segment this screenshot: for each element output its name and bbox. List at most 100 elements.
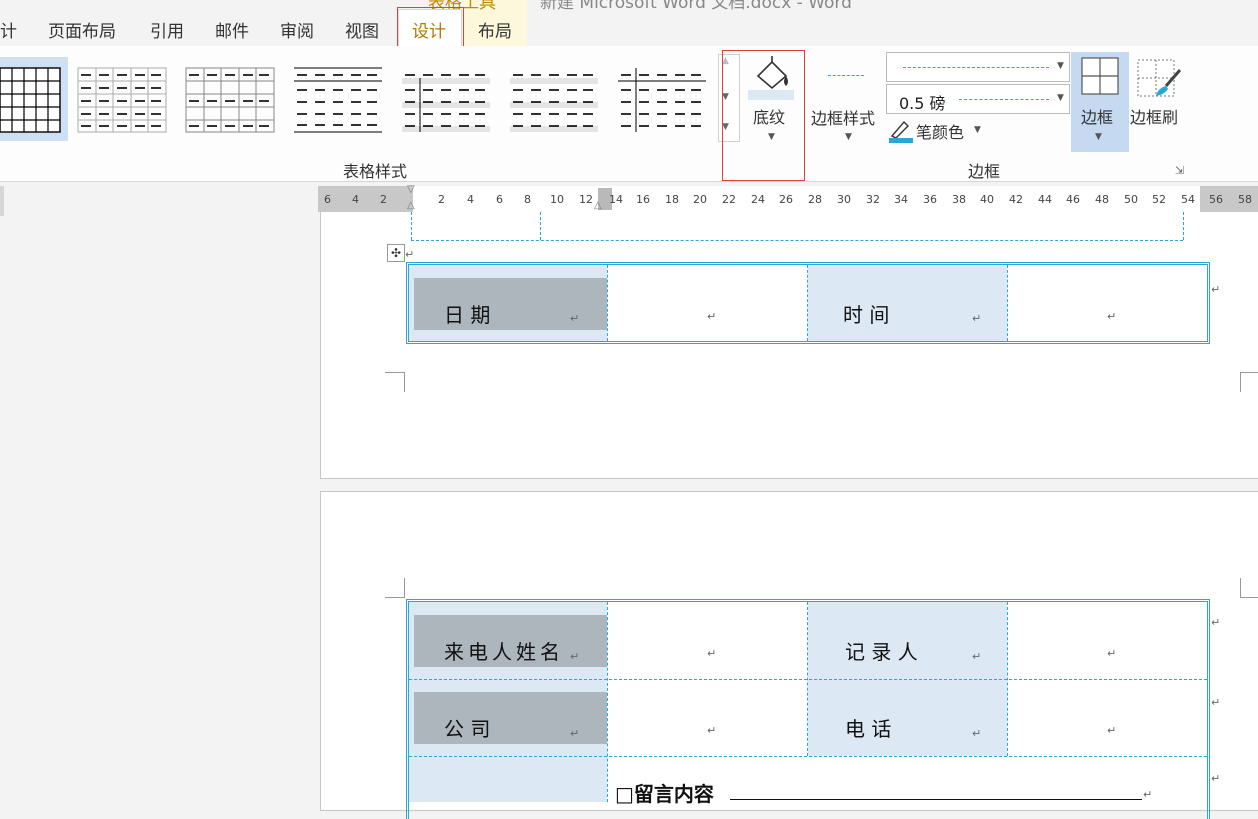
ruler-tick-label: 2 (438, 193, 445, 206)
table-style-thumb-3[interactable] (185, 60, 277, 140)
borders-chevron-icon: ▼ (1095, 132, 1102, 142)
ruler-tick-label: 32 (866, 193, 880, 206)
page-1 (320, 212, 1258, 479)
tab-references[interactable]: 引用 (150, 17, 184, 42)
tab-view[interactable]: 视图 (345, 17, 379, 42)
page-corner-mark (385, 578, 405, 598)
tab-page-layout[interactable]: 页面布局 (48, 17, 116, 42)
paragraph-mark: ↵ (1211, 616, 1221, 629)
paragraph-mark: ↵ (707, 724, 717, 737)
borders-button[interactable]: 边框 ▼ (1071, 52, 1129, 152)
ruler-tick-label: 18 (665, 193, 679, 206)
paragraph-mark: ↵ (1211, 696, 1221, 709)
line-style-preview (903, 67, 1049, 68)
paragraph-mark: ↵ (707, 310, 717, 323)
ruler-tick-label: 16 (636, 193, 650, 206)
paragraph-mark: ↵ (570, 312, 580, 325)
shading-highlight (722, 50, 805, 181)
recorder-label: 记 录 人 (845, 640, 918, 664)
ruler-tick-label: 42 (1009, 193, 1023, 206)
pen-color-button[interactable]: 笔颜色 ▼ (888, 118, 984, 144)
ruler-left-margin (318, 186, 413, 212)
border-styles-label[interactable]: 边框样式 (811, 105, 875, 129)
ruler-tick-label: 52 (1152, 193, 1166, 206)
ruler-tick-label: 46 (1066, 193, 1080, 206)
window-title: 新建 Microsoft Word 文档.docx - Word (540, 0, 852, 13)
table1-divider-1 (607, 265, 608, 341)
pen-color-label: 笔颜色 (916, 123, 965, 142)
prev-table-divider (540, 212, 541, 240)
ruler-tick-label: 54 (1181, 193, 1195, 206)
tab-layout[interactable]: 布局 (478, 17, 512, 42)
borders-grid-icon (1081, 57, 1119, 95)
paragraph-mark: ↵ (570, 650, 580, 663)
table-style-thumb-5[interactable] (401, 60, 493, 140)
ruler-tick-label: 4 (467, 193, 474, 206)
ruler-tick-label: 22 (722, 193, 736, 206)
page-corner-mark (1240, 372, 1258, 392)
table-style-thumb-7[interactable] (617, 60, 709, 140)
table2-row-divider-2 (409, 756, 1207, 757)
page-corner-mark (1240, 578, 1258, 598)
phone-label: 电 话 (845, 717, 892, 741)
table2-divider-1 (607, 602, 608, 802)
time-label: 时 间 (843, 303, 890, 327)
tab-mailings[interactable]: 邮件 (215, 17, 249, 42)
first-line-indent-icon[interactable]: ▽ (407, 184, 415, 195)
table-move-handle-icon[interactable]: ✣ (387, 244, 405, 262)
paragraph-mark: ↵ (1211, 772, 1221, 785)
ruler-tick-label: 40 (980, 193, 994, 206)
company-label: 公 司 (444, 717, 491, 741)
ruler-tick-label: 56 (1209, 193, 1223, 206)
message-label: □留言内容 (615, 782, 714, 806)
prev-table-left-border (411, 212, 412, 240)
ruler-tick-label: 2 (380, 193, 387, 206)
line-style-dropdown[interactable]: ▼ (886, 52, 1070, 82)
paragraph-mark: ↵ (570, 727, 580, 740)
group-label-borders: 边框 (968, 162, 1001, 181)
ruler-tick-label: 6 (496, 193, 503, 206)
table-style-thumb-2[interactable] (77, 60, 169, 140)
ruler-tick-label: 38 (952, 193, 966, 206)
ruler-tick-label: 12 (579, 193, 593, 206)
table-style-thumb-1[interactable] (0, 60, 64, 140)
border-painter-icon (1137, 59, 1182, 97)
message-underline (730, 799, 1142, 800)
border-style-preview[interactable] (828, 75, 864, 76)
right-indent-icon[interactable]: △ (594, 200, 602, 211)
table-style-thumb-6[interactable] (509, 60, 601, 140)
ruler-tick-label: 24 (751, 193, 765, 206)
borders-dialog-launcher-icon[interactable]: ⇲ (1175, 164, 1184, 177)
border-styles-dropdown-icon[interactable]: ▼ (845, 132, 852, 142)
ruler-tick-label: 48 (1095, 193, 1109, 206)
ruler-tick-label: 4 (352, 193, 359, 206)
date-label: 日 期 (444, 303, 491, 327)
ruler-tick-label: 10 (550, 193, 564, 206)
pen-color-chevron-icon: ▼ (974, 125, 981, 135)
ruler-tick-label: 36 (923, 193, 937, 206)
paragraph-mark: ↵ (972, 312, 982, 325)
vertical-ruler-stub (0, 186, 4, 216)
table2-row-divider-1 (409, 679, 1207, 680)
paragraph-mark: ↵ (972, 650, 982, 663)
cell-time-shading (808, 265, 1007, 341)
line-weight-preview (959, 99, 1049, 100)
horizontal-ruler[interactable]: ▽ △ △ 6 4 2 2 4 6 8 10 12 14 16 18 20 22 24 26 28 30 32 34 3… (318, 184, 1258, 212)
ruler-tick-label: 34 (894, 193, 908, 206)
paragraph-mark: ↵ (1211, 283, 1221, 296)
ruler-tick-label: 30 (837, 193, 851, 206)
line-weight-value: 0.5 磅 (899, 94, 946, 113)
ruler-tick-label: 20 (693, 193, 707, 206)
pen-icon (889, 120, 913, 143)
line-weight-dropdown[interactable]: 0.5 磅 ▼ (886, 84, 1070, 114)
table1-divider-3 (1007, 265, 1008, 341)
table1-divider-2 (807, 265, 808, 341)
borders-label: 边框 (1081, 108, 1114, 127)
prev-table-bottom-border (411, 240, 1183, 241)
tab-review[interactable]: 审阅 (280, 17, 314, 42)
hanging-indent-icon[interactable]: △ (407, 200, 415, 211)
table-style-thumb-4[interactable] (293, 60, 385, 140)
line-style-chevron-icon: ▼ (1057, 61, 1064, 71)
border-painter-button[interactable]: 边框刷 (1130, 52, 1190, 128)
tab-design-partial[interactable]: 计 (0, 17, 17, 42)
